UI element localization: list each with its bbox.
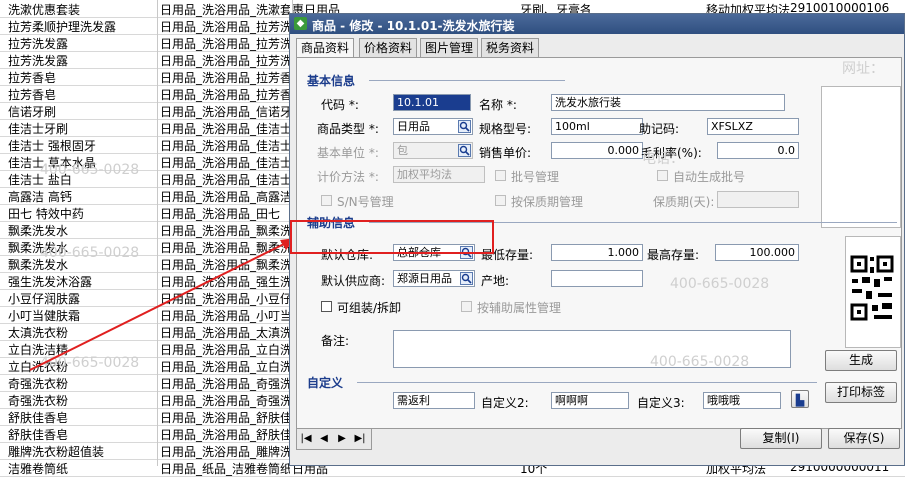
shelf-days-label: 保质期(天): bbox=[653, 195, 715, 209]
price-field[interactable]: 0.000 bbox=[551, 142, 643, 159]
custom-settings-button[interactable]: ▙ bbox=[791, 390, 809, 408]
unit-label: 基本单位 *: bbox=[317, 146, 379, 160]
batch-label: 批号管理 bbox=[511, 170, 560, 184]
auxattr-checkbox[interactable] bbox=[461, 301, 472, 312]
watermark: 电话： bbox=[642, 151, 684, 167]
unit-value: 包 bbox=[397, 144, 408, 157]
tab-price-info[interactable]: 价格资料 bbox=[359, 38, 418, 57]
custom3-label: 自定义3: bbox=[637, 396, 685, 410]
generate-button[interactable]: 生成 bbox=[825, 350, 897, 371]
supplier-label: 默认供应商: bbox=[321, 274, 386, 288]
code-field[interactable]: 10.1.01 bbox=[393, 94, 471, 111]
max-stock-field[interactable]: 100.000 bbox=[715, 244, 799, 261]
app-icon: ◆ bbox=[294, 17, 307, 30]
lookup-icon[interactable] bbox=[458, 144, 471, 157]
section-custom: 自定义 bbox=[307, 376, 344, 390]
custom2-label: 自定义2: bbox=[481, 396, 529, 410]
section-basic-info: 基本信息 bbox=[307, 74, 356, 88]
margin-field[interactable]: 0.0 bbox=[717, 142, 799, 159]
last-record-icon[interactable]: ▶| bbox=[353, 432, 367, 446]
save-button[interactable]: 保存(S) bbox=[828, 428, 900, 449]
assemble-label: 可组装/拆卸 bbox=[337, 301, 402, 315]
dialog-title: 商品 - 修改 - 10.1.01-洗发水旅行装 bbox=[312, 19, 515, 33]
cost-method-label: 计价方法 *: bbox=[317, 170, 379, 184]
supplier-value: 郑源日用品 bbox=[397, 272, 452, 285]
tab-tax-info[interactable]: 税务资料 bbox=[481, 38, 540, 57]
watermark: 400-665-0028 bbox=[670, 276, 770, 292]
batch-checkbox[interactable] bbox=[495, 170, 506, 181]
auxattr-label: 按辅助属性管理 bbox=[477, 301, 562, 315]
shelf-days-field[interactable] bbox=[717, 191, 799, 208]
note-label: 备注: bbox=[321, 334, 350, 348]
shelf-checkbox[interactable] bbox=[495, 195, 506, 206]
custom2-field[interactable]: 啊啊啊 bbox=[551, 392, 629, 409]
supplier-field[interactable]: 郑源日用品 bbox=[393, 270, 475, 287]
lookup-icon[interactable] bbox=[460, 272, 473, 285]
divider bbox=[369, 80, 565, 81]
assemble-checkbox[interactable] bbox=[321, 301, 332, 312]
print-label-button[interactable]: 打印标签 bbox=[825, 382, 897, 403]
autobatch-checkbox[interactable] bbox=[657, 170, 668, 181]
qr-code-icon bbox=[850, 255, 894, 321]
name-field[interactable]: 洗发水旅行装 bbox=[551, 94, 785, 111]
origin-label: 产地: bbox=[481, 274, 510, 288]
price-label: 销售单价: bbox=[479, 146, 532, 160]
name-label: 名称 *: bbox=[479, 98, 517, 112]
copy-button[interactable]: 复制(I) bbox=[740, 428, 822, 449]
thumbs-icon: ▙ bbox=[795, 394, 805, 407]
lookup-icon[interactable] bbox=[458, 120, 471, 133]
cost-method-field[interactable]: 加权平均法 bbox=[393, 166, 485, 183]
highlight-box bbox=[290, 220, 494, 254]
code-label: 代码 *: bbox=[321, 98, 359, 112]
type-value: 日用品 bbox=[397, 120, 430, 133]
first-record-icon[interactable]: |◀ bbox=[299, 432, 313, 446]
sn-label: S/N号管理 bbox=[337, 195, 394, 209]
watermark: 400-665-0028 bbox=[650, 354, 750, 370]
spec-label: 规格型号: bbox=[479, 122, 532, 136]
prev-record-icon[interactable]: ◀ bbox=[317, 432, 331, 446]
max-stock-label: 最高存量: bbox=[647, 248, 700, 262]
custom1-field[interactable]: 需返利 bbox=[393, 392, 475, 409]
mnemonic-label: 助记码: bbox=[639, 122, 680, 136]
min-stock-field[interactable]: 1.000 bbox=[551, 244, 643, 261]
type-field[interactable]: 日用品 bbox=[393, 118, 473, 135]
unit-field[interactable]: 包 bbox=[393, 142, 473, 159]
divider bbox=[357, 382, 817, 383]
watermark: 网址： bbox=[842, 61, 884, 77]
record-navigator: |◀ ◀ ▶ ▶| bbox=[296, 428, 372, 450]
dialog-title-bar[interactable]: ◆ 商品 - 修改 - 10.1.01-洗发水旅行装 bbox=[290, 14, 904, 34]
product-image-box[interactable] bbox=[821, 86, 901, 228]
next-record-icon[interactable]: ▶ bbox=[335, 432, 349, 446]
custom3-field[interactable]: 哦哦哦 bbox=[703, 392, 781, 409]
type-label: 商品类型 *: bbox=[317, 122, 379, 136]
spec-field[interactable]: 100ml bbox=[551, 118, 643, 135]
autobatch-label: 自动生成批号 bbox=[673, 170, 746, 184]
tab-image-management[interactable]: 图片管理 bbox=[420, 38, 479, 57]
shelf-label: 按保质期管理 bbox=[511, 195, 584, 209]
mnemonic-field[interactable]: XFSLXZ bbox=[707, 118, 799, 135]
tab-product-info[interactable]: 商品资料 bbox=[296, 38, 355, 58]
sn-checkbox[interactable] bbox=[321, 195, 332, 206]
barcode-box bbox=[845, 236, 901, 348]
origin-field[interactable] bbox=[551, 270, 643, 287]
